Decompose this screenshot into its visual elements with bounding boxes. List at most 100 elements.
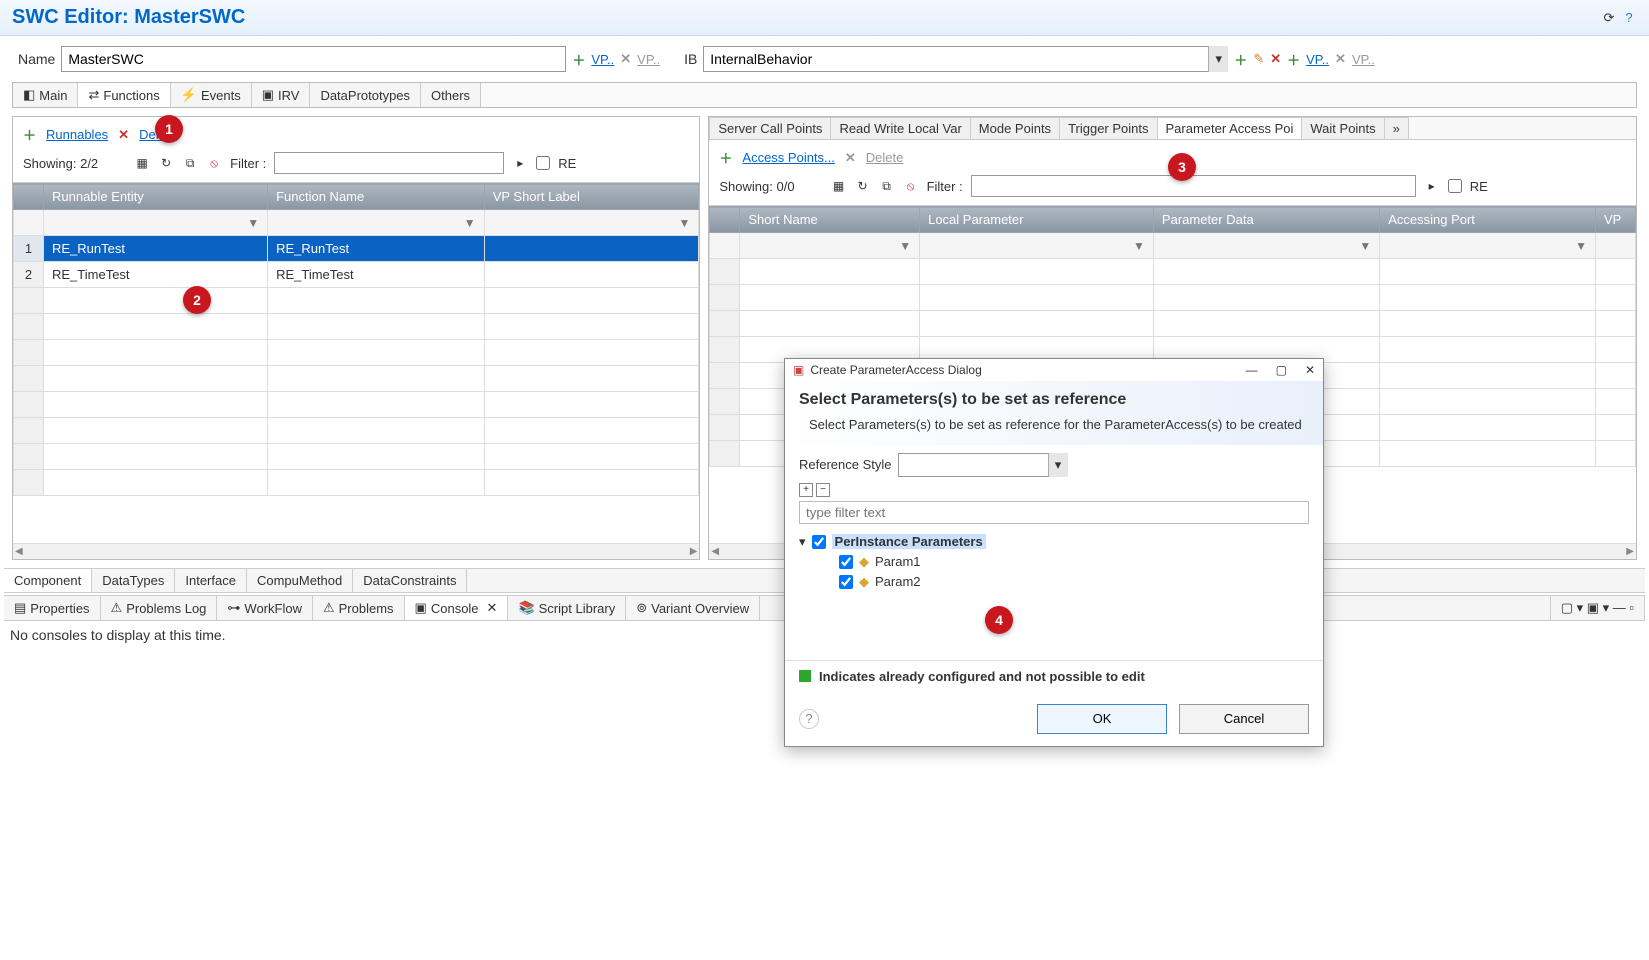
tree-item-label[interactable]: Param2 [875, 574, 921, 589]
refresh-icon[interactable]: ⟳ [1601, 10, 1617, 26]
tab-read-write-local-var[interactable]: Read Write Local Var [830, 117, 970, 139]
toggle-icon[interactable]: ▦ [831, 178, 847, 194]
tab-properties[interactable]: ▤Properties [4, 596, 101, 620]
filter-go-icon[interactable]: ▸ [1424, 178, 1440, 194]
ib-input[interactable] [703, 46, 1228, 72]
reference-style-arrow[interactable]: ▾ [1048, 453, 1068, 477]
tab-irv[interactable]: ▣IRV [252, 83, 311, 107]
tab-dataconstraints[interactable]: DataConstraints [353, 569, 467, 592]
tab-events[interactable]: ⚡Events [171, 83, 252, 107]
reference-style-select[interactable] [898, 453, 1068, 477]
tab-workflow[interactable]: ⊶WorkFlow [217, 596, 313, 620]
console-toolbar[interactable]: ▢ ▾ ▣ ▾ — ▫ [1550, 596, 1645, 620]
ok-button[interactable]: OK [1037, 704, 1167, 734]
access-points-link[interactable]: Access Points... [742, 150, 834, 165]
vp-link-1-disabled: VP.. [637, 52, 660, 67]
minimize-icon[interactable]: — [1246, 363, 1258, 377]
toggle-icon[interactable]: ▦ [134, 155, 150, 171]
filter-icon[interactable]: ▼ [247, 216, 259, 230]
col-short-name[interactable]: Short Name [740, 207, 920, 233]
ib-dropdown-arrow[interactable]: ▾ [1208, 46, 1228, 72]
tab-wait-points[interactable]: Wait Points [1301, 117, 1384, 139]
ib-remove2-icon[interactable]: ✕ [1335, 51, 1346, 67]
filter-icon[interactable]: ▼ [464, 216, 476, 230]
add-access-point-icon[interactable]: ＋ [719, 148, 732, 167]
tab-others[interactable]: Others [421, 83, 481, 107]
col-runnable-entity[interactable]: Runnable Entity [44, 184, 268, 210]
tab-parameter-access-poi[interactable]: Parameter Access Poi [1157, 117, 1303, 139]
add-runnable-icon[interactable]: ＋ [23, 125, 36, 144]
close-icon[interactable]: ✕ [1305, 363, 1315, 377]
dialog-title-text: Create ParameterAccess Dialog [810, 363, 981, 377]
refresh-grid-icon[interactable]: ↻ [158, 155, 174, 171]
col-local-parameter[interactable]: Local Parameter [920, 207, 1154, 233]
col-vp[interactable]: VP [1596, 207, 1636, 233]
collapse-all-icon[interactable]: − [816, 483, 830, 497]
tree-item-checkbox[interactable] [839, 575, 853, 589]
ib-delete-icon[interactable]: ✕ [1270, 51, 1281, 67]
tab-variant-overview[interactable]: ⊚Variant Overview [626, 596, 760, 620]
name-input[interactable] [61, 46, 566, 72]
tab-trigger-points[interactable]: Trigger Points [1059, 117, 1157, 139]
add-icon[interactable]: ＋ [572, 50, 585, 69]
ib-add2-icon[interactable]: ＋ [1287, 50, 1300, 69]
col-parameter-data[interactable]: Parameter Data [1153, 207, 1379, 233]
tree-item-label[interactable]: Param1 [875, 554, 921, 569]
delete-runnable-icon[interactable]: ✕ [118, 127, 129, 143]
block-icon[interactable]: ⦸ [903, 178, 919, 194]
refresh-grid-icon[interactable]: ↻ [855, 178, 871, 194]
filter-icon[interactable]: ▼ [679, 216, 691, 230]
dialog-help-icon[interactable]: ? [799, 709, 819, 729]
filter-input-right[interactable] [971, 175, 1416, 197]
link-icon[interactable]: ⧉ [182, 155, 198, 171]
vp-link-1[interactable]: VP.. [591, 52, 614, 67]
re-label-right: RE [1470, 179, 1488, 194]
link-icon[interactable]: ⧉ [879, 178, 895, 194]
table-row[interactable]: 2 RE_TimeTest RE_TimeTest [14, 262, 699, 288]
runnables-table: Runnable Entity Function Name VP Short L… [13, 183, 699, 496]
help-icon[interactable]: ? [1621, 10, 1637, 26]
runnables-link[interactable]: Runnables [46, 127, 108, 142]
filter-icon[interactable]: ▼ [1575, 239, 1587, 253]
ib-add-icon[interactable]: ＋ [1234, 50, 1247, 69]
filter-icon[interactable]: ▼ [1133, 239, 1145, 253]
block-icon[interactable]: ⦸ [206, 155, 222, 171]
expand-all-icon[interactable]: + [799, 483, 813, 497]
filter-go-icon[interactable]: ▸ [512, 155, 528, 171]
re-checkbox-left[interactable] [536, 156, 550, 170]
tab-server-call-points[interactable]: Server Call Points [709, 117, 831, 139]
remove-icon[interactable]: ✕ [620, 51, 631, 67]
col-accessing-port[interactable]: Accessing Port [1380, 207, 1596, 233]
tree-root-checkbox[interactable] [812, 535, 826, 549]
tab-compumethod[interactable]: CompuMethod [247, 569, 353, 592]
tab-functions[interactable]: ⇄Functions [78, 83, 170, 107]
tab-mode-points[interactable]: Mode Points [970, 117, 1060, 139]
table-row[interactable]: 1 RE_RunTest RE_RunTest [14, 236, 699, 262]
tree-item-checkbox[interactable] [839, 555, 853, 569]
vp-link-2[interactable]: VP.. [1306, 52, 1329, 67]
tab-overflow[interactable]: » [1384, 117, 1409, 139]
filter-icon[interactable]: ▼ [899, 239, 911, 253]
filter-icon[interactable]: ▼ [1359, 239, 1371, 253]
tab-problems[interactable]: ⚠Problems [313, 596, 405, 620]
col-function-name[interactable]: Function Name [268, 184, 485, 210]
tab-component[interactable]: Component [4, 569, 92, 592]
tab-datatypes[interactable]: DataTypes [92, 569, 175, 592]
filter-input-left[interactable] [274, 152, 504, 174]
tab-script-library[interactable]: 📚Script Library [508, 596, 626, 620]
re-checkbox-right[interactable] [1448, 179, 1462, 193]
tab-main[interactable]: ◧Main [13, 83, 78, 107]
cancel-button[interactable]: Cancel [1179, 704, 1309, 734]
tab-interface[interactable]: Interface [175, 569, 247, 592]
tab-problems-log[interactable]: ⚠Problems Log [101, 596, 218, 620]
hscroll-left[interactable]: ◀▶ [13, 543, 699, 559]
tree-root-label[interactable]: PerInstance Parameters [832, 534, 986, 549]
filter-label-right: Filter : [927, 179, 963, 194]
col-vp-short-label[interactable]: VP Short Label [484, 184, 699, 210]
ib-edit-icon[interactable]: ✎ [1253, 51, 1264, 67]
tree-expand-icon[interactable]: ▾ [799, 534, 806, 550]
dialog-filter-input[interactable] [799, 501, 1309, 524]
tab-console[interactable]: ▣Console✕ [405, 596, 509, 620]
maximize-icon[interactable]: ▢ [1276, 363, 1287, 377]
tab-dataprototypes[interactable]: DataPrototypes [310, 83, 421, 107]
